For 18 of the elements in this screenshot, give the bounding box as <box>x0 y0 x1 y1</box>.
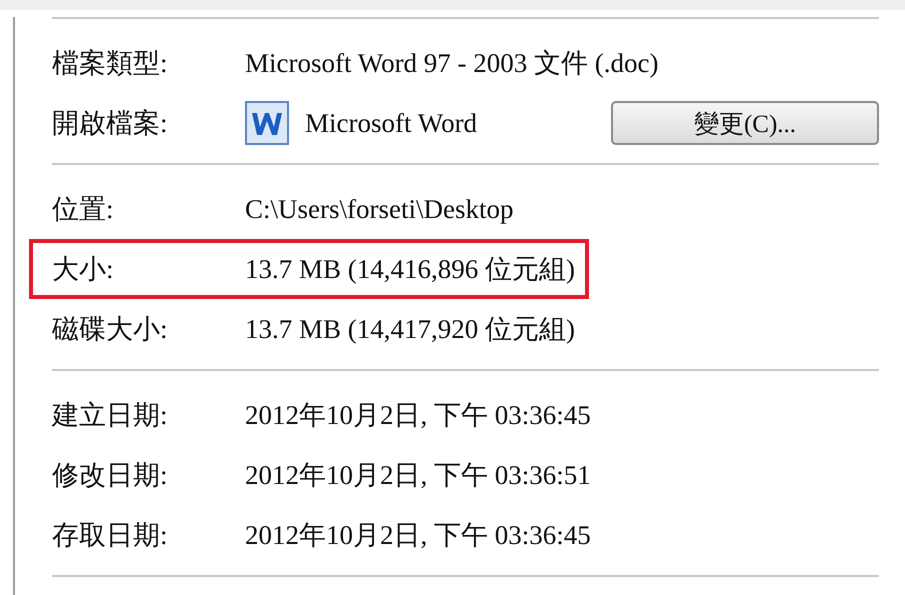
field-label: 建立日期: <box>52 399 169 432</box>
field-label: 修改日期: <box>52 459 169 492</box>
field-value: 2012年10月2日, 下午 03:36:51 <box>245 459 591 492</box>
field-value: C:\Users\forseti\Desktop <box>245 194 514 224</box>
field-value: 13.7 MB (14,417,920 位元組) <box>245 313 575 346</box>
app-name: Microsoft Word <box>305 108 478 138</box>
field-label: 大小: <box>52 253 115 286</box>
field-value: 2012年10月2日, 下午 03:36:45 <box>245 399 591 432</box>
field-label: 檔案類型: <box>52 47 169 80</box>
field-label: 磁碟大小: <box>52 313 169 346</box>
change-button[interactable]: 變更(C)... <box>611 101 879 145</box>
field-value: 13.7 MB (14,416,896 位元組) <box>245 253 575 286</box>
field-label: 開啟檔案: <box>52 107 169 140</box>
field-value: Microsoft Word 97 - 2003 文件 (.doc) <box>245 47 659 80</box>
document-icon <box>245 101 289 145</box>
field-value: 2012年10月2日, 下午 03:36:45 <box>245 519 591 552</box>
field-label: 位置: <box>52 193 115 226</box>
field-label: 存取日期: <box>52 519 169 552</box>
